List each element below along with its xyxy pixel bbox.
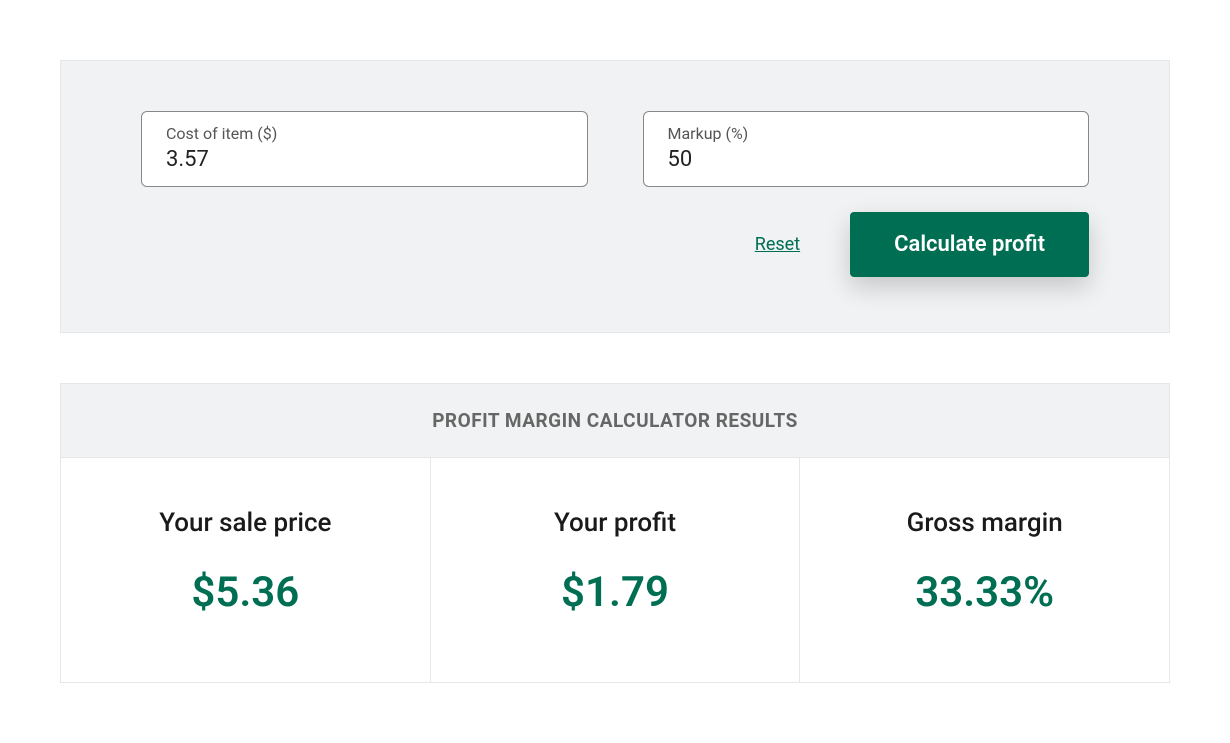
calculate-profit-button[interactable]: Calculate profit bbox=[850, 212, 1089, 277]
markup-input-field[interactable]: Markup (%) bbox=[643, 111, 1090, 187]
input-row: Cost of item ($) Markup (%) bbox=[141, 111, 1089, 187]
markup-input-label: Markup (%) bbox=[668, 124, 1065, 143]
gross-margin-label: Gross margin bbox=[820, 508, 1149, 538]
results-grid: Your sale price $5.36 Your profit $1.79 … bbox=[61, 458, 1169, 682]
profit-value: $1.79 bbox=[451, 568, 780, 617]
sale-price-cell: Your sale price $5.36 bbox=[61, 458, 431, 682]
actions-row: Reset Calculate profit bbox=[141, 212, 1089, 277]
results-panel: PROFIT MARGIN CALCULATOR RESULTS Your sa… bbox=[60, 383, 1170, 683]
sale-price-label: Your sale price bbox=[81, 508, 410, 538]
results-header: PROFIT MARGIN CALCULATOR RESULTS bbox=[61, 384, 1169, 458]
gross-margin-value: 33.33% bbox=[820, 568, 1149, 617]
cost-input[interactable] bbox=[166, 147, 563, 172]
cost-input-group: Cost of item ($) bbox=[141, 111, 588, 187]
gross-margin-cell: Gross margin 33.33% bbox=[800, 458, 1169, 682]
markup-input[interactable] bbox=[668, 147, 1065, 172]
profit-cell: Your profit $1.79 bbox=[431, 458, 801, 682]
cost-input-field[interactable]: Cost of item ($) bbox=[141, 111, 588, 187]
reset-button[interactable]: Reset bbox=[755, 234, 800, 255]
profit-label: Your profit bbox=[451, 508, 780, 538]
cost-input-label: Cost of item ($) bbox=[166, 124, 563, 143]
markup-input-group: Markup (%) bbox=[643, 111, 1090, 187]
calculator-panel: Cost of item ($) Markup (%) Reset Calcul… bbox=[60, 60, 1170, 333]
sale-price-value: $5.36 bbox=[81, 568, 410, 617]
